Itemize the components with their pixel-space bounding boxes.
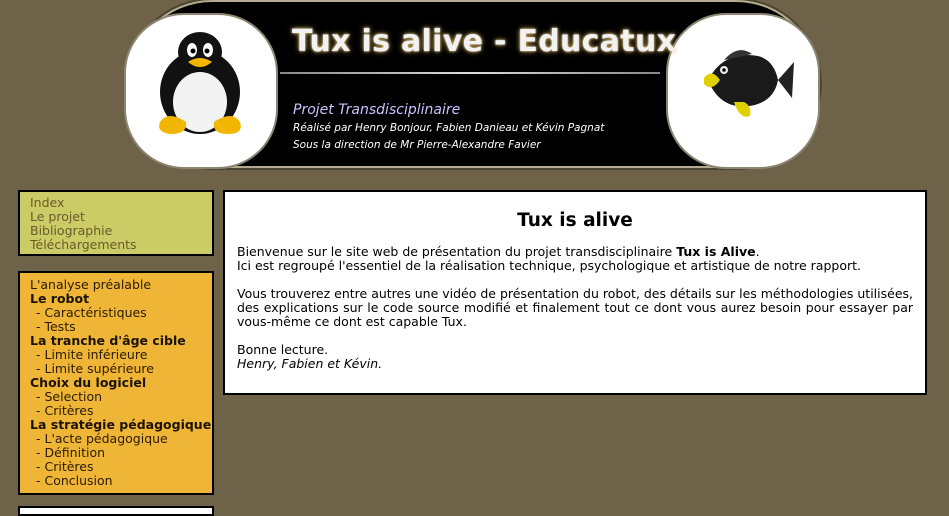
- toc-item[interactable]: - Définition: [30, 446, 212, 460]
- fish-robot-icon: [704, 50, 794, 117]
- toc-section[interactable]: Choix du logiciel: [30, 376, 212, 390]
- toc-section[interactable]: Le robot: [30, 292, 212, 306]
- toc-item[interactable]: - Limite inférieure: [30, 348, 212, 362]
- site-title: Tux is alive - Educatux: [292, 24, 677, 59]
- toc-item[interactable]: - Critères: [30, 460, 212, 474]
- toc-section[interactable]: La stratégie pédagogique: [30, 418, 212, 432]
- details-paragraph: Vous trouverez entre autres une vidéo de…: [237, 286, 913, 329]
- toc-item[interactable]: - Critères: [30, 404, 212, 418]
- toc-item[interactable]: - L'acte pédagogique: [30, 432, 212, 446]
- nav-link-bibliography[interactable]: Bibliographie: [30, 224, 212, 238]
- signature: Henry, Fabien et Kévin.: [237, 356, 383, 371]
- toc-item[interactable]: - Conclusion: [30, 474, 212, 488]
- table-of-contents: L'analyse préalable Le robot - Caractéri…: [18, 271, 214, 495]
- closing-paragraph: Bonne lecture. Henry, Fabien et Kévin.: [237, 343, 913, 371]
- main-content: Tux is alive Bienvenue sur le site web d…: [223, 190, 927, 395]
- nav-link-project[interactable]: Le projet: [30, 210, 212, 224]
- project-name: Tux is Alive: [676, 244, 756, 259]
- toc-item[interactable]: - Selection: [30, 390, 212, 404]
- intro-period: .: [755, 244, 760, 259]
- title-underline: [280, 72, 660, 74]
- nav-link-downloads[interactable]: Téléchargements: [30, 238, 212, 252]
- toc-item[interactable]: - Tests: [30, 320, 212, 334]
- toc-section[interactable]: La tranche d'âge cible: [30, 334, 212, 348]
- intro-paragraph: Bienvenue sur le site web de présentatio…: [237, 245, 913, 273]
- intro-line-2: Ici est regroupé l'essentiel de la réali…: [237, 258, 861, 273]
- main-nav: Index Le projet Bibliographie Télécharge…: [18, 190, 214, 256]
- toc-item[interactable]: - Limite supérieure: [30, 362, 212, 376]
- intro-text: Bienvenue sur le site web de présentatio…: [237, 244, 677, 259]
- penguin-icon: [159, 32, 241, 134]
- nav-link-index[interactable]: Index: [30, 196, 212, 210]
- closing-text: Bonne lecture.: [237, 342, 329, 357]
- toc-item[interactable]: L'analyse préalable: [30, 278, 212, 292]
- supervisor-credit: Sous la direction de Mr Pierre-Alexandre…: [293, 139, 541, 151]
- toc-item[interactable]: - Caractéristiques: [30, 306, 212, 320]
- project-subtitle: Projet Transdisciplinaire: [293, 102, 461, 118]
- sidebar-box-partial: [18, 506, 214, 516]
- authors-credit: Réalisé par Henry Bonjour, Fabien Daniea…: [293, 122, 605, 134]
- page-heading: Tux is alive: [517, 210, 633, 231]
